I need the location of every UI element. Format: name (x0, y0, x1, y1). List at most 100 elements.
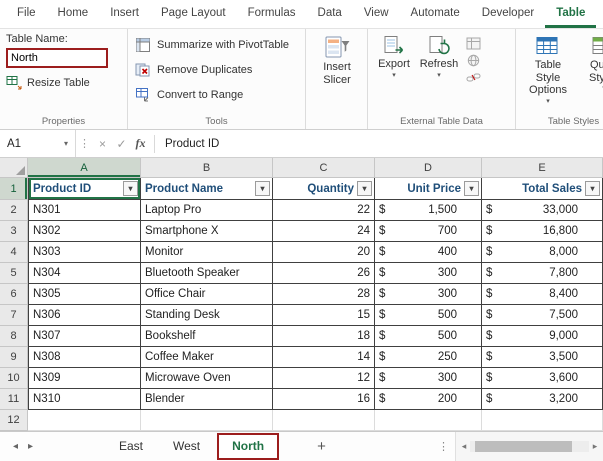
new-sheet-button[interactable]: + (309, 438, 334, 455)
cell-C4[interactable]: 20 (273, 242, 375, 263)
ribbon-tab-file[interactable]: File (6, 0, 47, 28)
cell-C1[interactable]: Quantity ▾ (273, 178, 375, 200)
remove-duplicates-button[interactable]: Remove Duplicates (132, 57, 301, 82)
filter-button-total-sales[interactable]: ▾ (585, 181, 600, 196)
cell-E2[interactable]: $33,000 (482, 200, 603, 221)
cell-C12[interactable] (273, 410, 375, 431)
filter-button-product-id[interactable]: ▾ (123, 181, 138, 196)
scrollbar-thumb[interactable] (474, 441, 573, 452)
cell-C8[interactable]: 18 (273, 326, 375, 347)
cell-C6[interactable]: 28 (273, 284, 375, 305)
cell-B5[interactable]: Bluetooth Speaker (141, 263, 273, 284)
cell-C10[interactable]: 12 (273, 368, 375, 389)
row-header-3[interactable]: 3 (0, 221, 28, 242)
cell-A1[interactable]: Product ID ▾ (28, 178, 141, 200)
filter-button-product-name[interactable]: ▾ (255, 181, 270, 196)
column-header-A[interactable]: A (28, 158, 141, 178)
cell-A8[interactable]: N307 (28, 326, 141, 347)
open-in-browser-icon[interactable] (466, 54, 481, 67)
cell-A10[interactable]: N309 (28, 368, 141, 389)
filter-button-unit-price[interactable]: ▾ (464, 181, 479, 196)
ribbon-tab-data[interactable]: Data (307, 0, 353, 28)
quick-styles-button[interactable]: Quick Styles ▾ (576, 32, 603, 92)
cell-B2[interactable]: Laptop Pro (141, 200, 273, 221)
cell-E8[interactable]: $9,000 (482, 326, 603, 347)
scrollbar-track[interactable] (470, 441, 589, 452)
row-header-4[interactable]: 4 (0, 242, 28, 263)
ribbon-tab-view[interactable]: View (353, 0, 400, 28)
scroll-right-icon[interactable]: ▸ (589, 441, 601, 452)
cell-E9[interactable]: $3,500 (482, 347, 603, 368)
ribbon-tab-formulas[interactable]: Formulas (237, 0, 307, 28)
table-style-options-button[interactable]: Table Style Options ▾ (520, 32, 576, 105)
filter-button-quantity[interactable]: ▾ (357, 181, 372, 196)
cell-E7[interactable]: $7,500 (482, 305, 603, 326)
cell-D12[interactable] (375, 410, 482, 431)
data-range-properties-icon[interactable] (466, 37, 481, 50)
export-button[interactable]: Export ▾ (372, 32, 416, 79)
scroll-left-icon[interactable]: ◂ (458, 441, 470, 452)
cell-D9[interactable]: $250 (375, 347, 482, 368)
insert-function-icon[interactable]: fx (131, 136, 150, 151)
cell-D8[interactable]: $500 (375, 326, 482, 347)
column-header-E[interactable]: E (482, 158, 603, 178)
row-header-6[interactable]: 6 (0, 284, 28, 305)
sheet-tab-north[interactable]: North (217, 433, 280, 460)
row-header-1[interactable]: 1 (0, 178, 28, 200)
cell-E10[interactable]: $3,600 (482, 368, 603, 389)
sheet-bar-options-icon[interactable]: ⋮ (432, 440, 455, 453)
cell-A7[interactable]: N306 (28, 305, 141, 326)
row-header-7[interactable]: 7 (0, 305, 28, 326)
cell-A9[interactable]: N308 (28, 347, 141, 368)
cell-D6[interactable]: $300 (375, 284, 482, 305)
cell-B11[interactable]: Blender (141, 389, 273, 410)
ribbon-tab-automate[interactable]: Automate (400, 0, 471, 28)
cell-D7[interactable]: $500 (375, 305, 482, 326)
row-header-12[interactable]: 12 (0, 410, 28, 431)
row-header-11[interactable]: 11 (0, 389, 28, 410)
formula-bar-handle[interactable]: ⋮ (76, 137, 93, 150)
sheet-tab-west[interactable]: West (158, 432, 215, 461)
cell-B9[interactable]: Coffee Maker (141, 347, 273, 368)
cell-B3[interactable]: Smartphone X (141, 221, 273, 242)
refresh-button[interactable]: Refresh ▾ (416, 32, 462, 79)
cell-D3[interactable]: $700 (375, 221, 482, 242)
cell-E11[interactable]: $3,200 (482, 389, 603, 410)
row-header-5[interactable]: 5 (0, 263, 28, 284)
enter-icon[interactable]: ✓ (112, 137, 131, 151)
unlink-icon[interactable] (466, 71, 481, 84)
cell-D10[interactable]: $300 (375, 368, 482, 389)
name-box[interactable]: A1 ▾ (0, 130, 76, 157)
convert-to-range-button[interactable]: Convert to Range (132, 82, 301, 107)
cell-C9[interactable]: 14 (273, 347, 375, 368)
column-header-D[interactable]: D (375, 158, 482, 178)
cell-E12[interactable] (482, 410, 603, 431)
cell-B10[interactable]: Microwave Oven (141, 368, 273, 389)
cell-B4[interactable]: Monitor (141, 242, 273, 263)
cell-C3[interactable]: 24 (273, 221, 375, 242)
select-all-button[interactable] (0, 158, 28, 178)
ribbon-tab-table[interactable]: Table (545, 0, 596, 28)
cell-E6[interactable]: $8,400 (482, 284, 603, 305)
cell-D1[interactable]: Unit Price ▾ (375, 178, 482, 200)
cell-A12[interactable] (28, 410, 141, 431)
cell-A2[interactable]: N301 (28, 200, 141, 221)
row-header-2[interactable]: 2 (0, 200, 28, 221)
cell-D4[interactable]: $400 (375, 242, 482, 263)
cell-B8[interactable]: Bookshelf (141, 326, 273, 347)
table-name-input[interactable] (6, 48, 108, 68)
insert-slicer-button[interactable]: Insert Slicer (310, 32, 364, 86)
sheet-tab-east[interactable]: East (104, 432, 158, 461)
column-header-B[interactable]: B (141, 158, 273, 178)
cell-B12[interactable] (141, 410, 273, 431)
cell-B6[interactable]: Office Chair (141, 284, 273, 305)
cell-D2[interactable]: $1,500 (375, 200, 482, 221)
formula-bar-content[interactable]: Product ID (159, 138, 603, 150)
cell-C5[interactable]: 26 (273, 263, 375, 284)
ribbon-tab-home[interactable]: Home (47, 0, 100, 28)
cell-C7[interactable]: 15 (273, 305, 375, 326)
sheet-nav-left-icon[interactable]: ◂ (8, 441, 23, 452)
cell-B1[interactable]: Product Name ▾ (141, 178, 273, 200)
cancel-icon[interactable]: × (93, 137, 112, 151)
cell-A6[interactable]: N305 (28, 284, 141, 305)
